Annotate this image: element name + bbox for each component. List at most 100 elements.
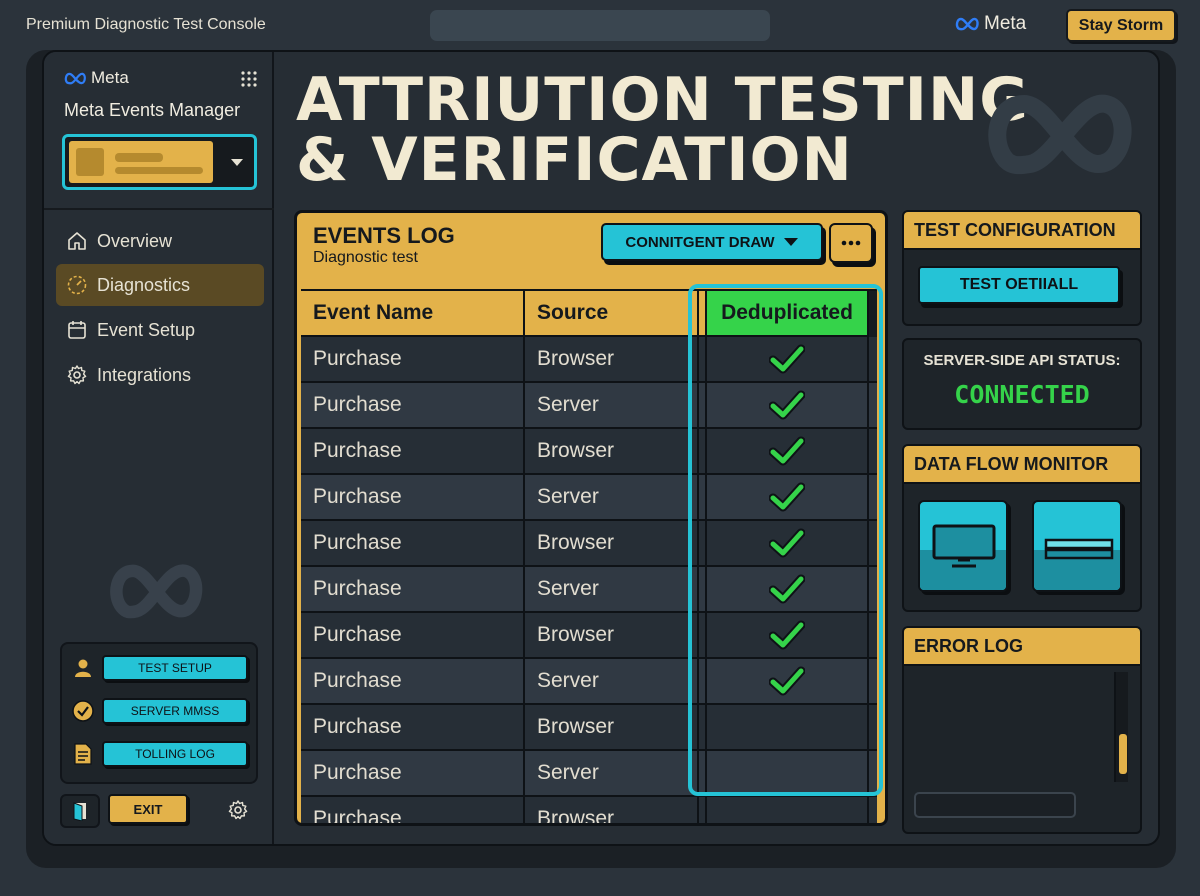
apps-grid-icon[interactable]: [241, 71, 257, 87]
meta-logo-icon: [64, 72, 86, 84]
checkmark-icon: [769, 436, 805, 466]
cell-event-name: Purchase: [301, 521, 525, 565]
cell-spacer: [699, 797, 707, 823]
server-mmss-button[interactable]: SERVER MMSS: [102, 698, 248, 724]
checkmark-icon: [769, 574, 805, 604]
monitor-tile[interactable]: [918, 500, 1008, 592]
sidebar-brand-label: Meta: [91, 68, 129, 87]
table-row[interactable]: Purchase Server: [301, 383, 877, 429]
column-header-source[interactable]: Source: [525, 291, 699, 337]
sidebar-item-label: Event Setup: [97, 319, 196, 340]
cell-source: Server: [525, 751, 699, 795]
cell-deduplicated: [707, 475, 869, 519]
more-options-button[interactable]: [829, 223, 873, 263]
error-log-input[interactable]: [914, 792, 1076, 818]
table-row[interactable]: Purchase Server: [301, 567, 877, 613]
top-brand-label: Meta: [984, 13, 1027, 34]
column-header-spacer: [699, 291, 707, 337]
server-icon: [1044, 538, 1114, 560]
cell-spacer: [699, 475, 707, 519]
monitor-icon: [932, 524, 996, 568]
cell-event-name: Purchase: [301, 337, 525, 381]
api-status-value: CONNECTED: [954, 380, 1090, 409]
app-title: Premium Diagnostic Test Console: [26, 16, 266, 33]
sidebar-item-label: Integrations: [97, 364, 192, 385]
cell-spacer: [699, 751, 707, 795]
meta-watermark-icon: [988, 94, 1132, 175]
top-brand: Meta: [955, 13, 1026, 35]
console-window: Meta Meta Events Manager Overview Diagno…: [42, 50, 1160, 846]
table-row[interactable]: Purchase Browser: [301, 705, 877, 751]
top-search-bar[interactable]: [430, 10, 770, 41]
page-title: ATTRIUTION TESTING & VERIFICATION: [296, 70, 1029, 190]
filter-dropdown[interactable]: CONNITGENT DRAW: [601, 223, 823, 261]
table-row[interactable]: Purchase Browser: [301, 797, 877, 823]
table-row[interactable]: Purchase Browser: [301, 613, 877, 659]
table-row[interactable]: Purchase Server: [301, 475, 877, 521]
home-icon: [68, 232, 86, 250]
cell-deduplicated: [707, 567, 869, 611]
server-tile[interactable]: [1032, 500, 1122, 592]
sidebar-item-integrations[interactable]: Integrations: [56, 354, 264, 396]
table-row[interactable]: Purchase Browser: [301, 521, 877, 567]
checkmark-icon: [769, 390, 805, 420]
cell-deduplicated: [707, 705, 869, 749]
cell-source: Browser: [525, 521, 699, 565]
page-title-line1: ATTRIUTION TESTING: [296, 65, 1030, 135]
sidebar-item-label: Overview: [97, 230, 173, 251]
column-header-event-name[interactable]: Event Name: [301, 291, 525, 337]
quick-action-row: TEST SETUP: [70, 652, 252, 684]
sidebar-item-event-setup[interactable]: Event Setup: [56, 309, 264, 351]
account-selector[interactable]: [62, 134, 257, 190]
cell-event-name: Purchase: [301, 429, 525, 473]
table-row[interactable]: Purchase Server: [301, 751, 877, 797]
cell-spacer: [699, 337, 707, 381]
cell-spacer: [699, 383, 707, 427]
chevron-down-icon: [783, 238, 798, 246]
account-id-placeholder: [115, 167, 203, 174]
cell-event-name: Purchase: [301, 475, 525, 519]
test-setup-button[interactable]: TEST SETUP: [102, 655, 248, 681]
top-bar: Premium Diagnostic Test Console Meta Sta…: [0, 0, 1200, 52]
document-icon: [70, 741, 96, 767]
cell-deduplicated: [707, 751, 869, 795]
tolling-log-button[interactable]: TOLLING LOG: [102, 741, 248, 767]
data-flow-monitor-card: DATA FLOW MONITOR: [902, 444, 1142, 612]
check-circle-icon: [70, 698, 96, 724]
cell-source: Browser: [525, 613, 699, 657]
error-log-card: ERROR LOG: [902, 626, 1142, 834]
cell-event-name: Purchase: [301, 567, 525, 611]
cell-source: Browser: [525, 337, 699, 381]
exit-door-button[interactable]: [60, 794, 100, 828]
cell-deduplicated: [707, 383, 869, 427]
gauge-icon: [67, 275, 87, 295]
cell-event-name: Purchase: [301, 751, 525, 795]
exit-door-icon: [73, 802, 86, 821]
error-log-title: ERROR LOG: [904, 628, 1140, 666]
gear-icon: [67, 365, 87, 385]
table-row[interactable]: Purchase Server: [301, 659, 877, 705]
sidebar-item-diagnostics[interactable]: Diagnostics: [56, 264, 264, 306]
test-configuration-button[interactable]: TEST OΕTIIALL: [918, 266, 1120, 304]
checkmark-icon: [769, 666, 805, 696]
exit-button[interactable]: EXIT: [108, 794, 188, 824]
error-log-scroll-thumb[interactable]: [1119, 734, 1127, 774]
table-row[interactable]: Purchase Browser: [301, 429, 877, 475]
cell-source: Browser: [525, 429, 699, 473]
sidebar-item-overview[interactable]: Overview: [56, 220, 264, 262]
cell-event-name: Purchase: [301, 613, 525, 657]
error-log-scrollbar[interactable]: [1114, 672, 1128, 782]
chevron-down-icon[interactable]: [217, 137, 257, 187]
settings-gear-icon[interactable]: [227, 799, 249, 821]
quick-action-row: SERVER MMSS: [70, 695, 252, 727]
sidebar-item-label: Diagnostics: [97, 274, 191, 295]
account-selector-value: [69, 141, 213, 183]
user-button[interactable]: Stay Storm: [1066, 9, 1176, 42]
sidebar-divider: [44, 208, 274, 210]
table-row[interactable]: Purchase Browser: [301, 337, 877, 383]
events-log-subtitle: Diagnostic test: [313, 249, 418, 266]
cell-deduplicated: [707, 659, 869, 703]
sidebar-title: Meta Events Manager: [64, 100, 241, 120]
column-header-deduplicated[interactable]: Deduplicated: [707, 291, 869, 337]
test-configuration-card: TEST CONFIGURATION TEST OΕTIIALL: [902, 210, 1142, 326]
